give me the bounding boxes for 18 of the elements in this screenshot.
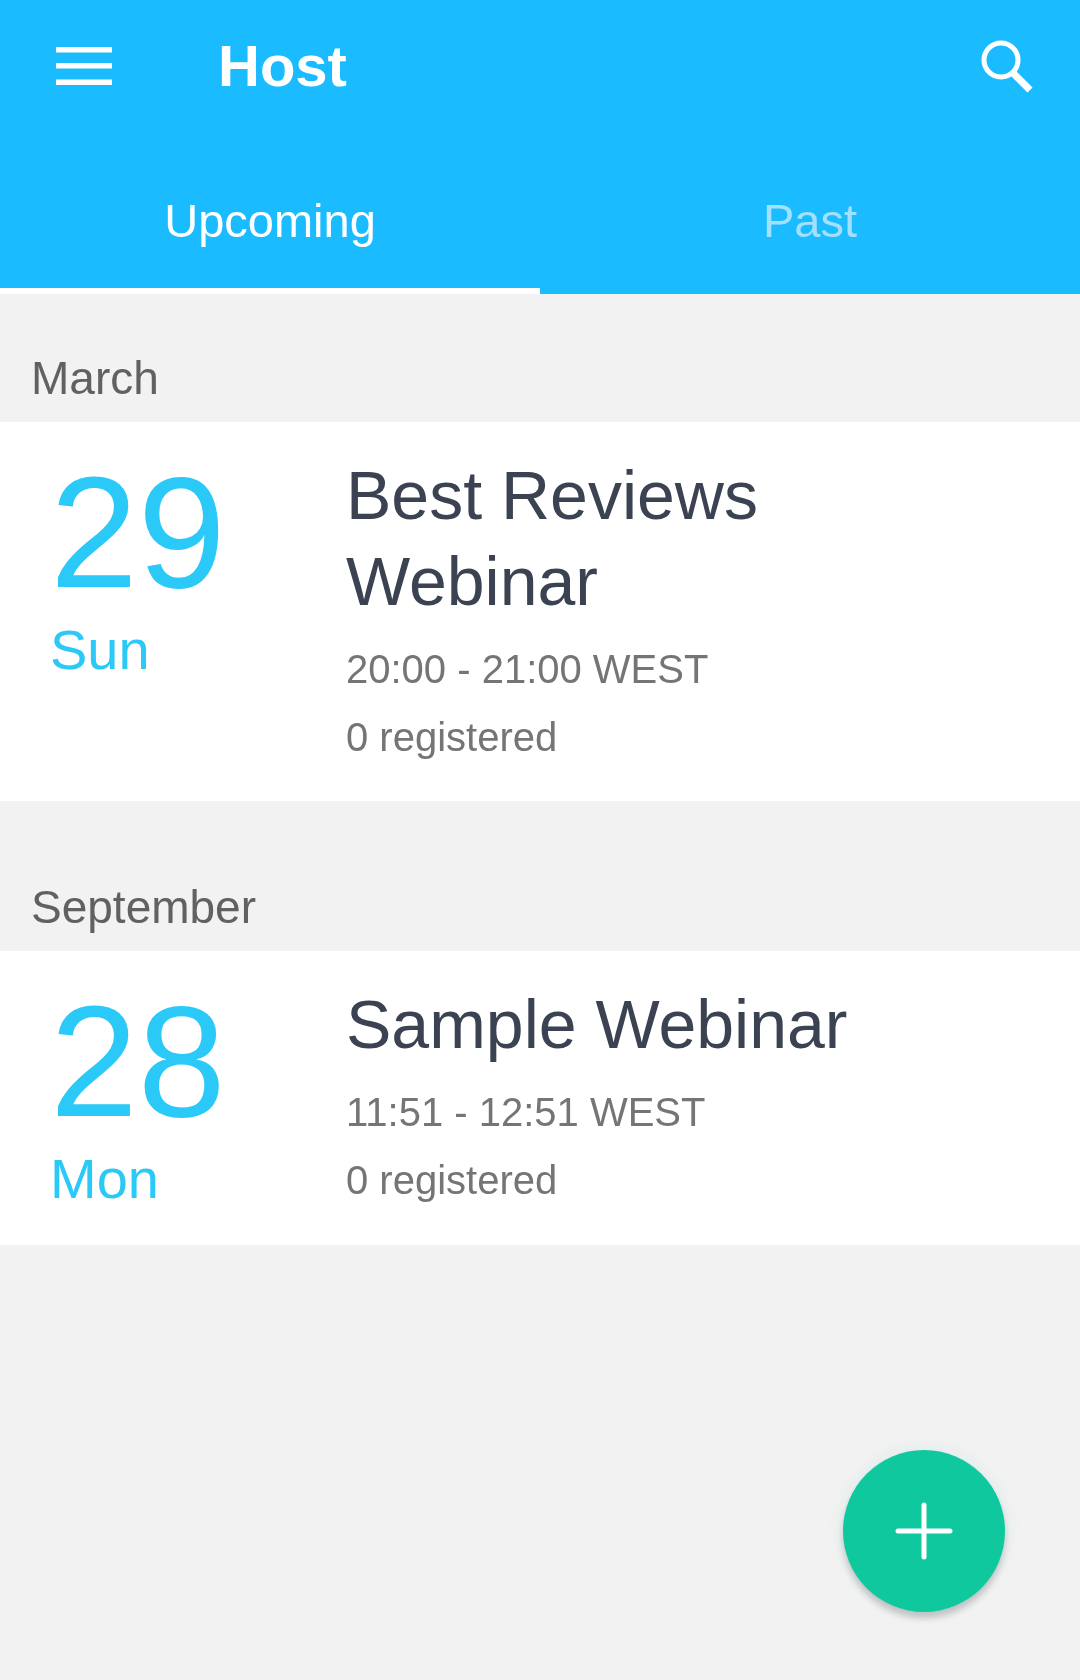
event-card[interactable]: 28 Mon Sample Webinar 11:51 - 12:51 WEST 0 registered	[0, 951, 1080, 1245]
event-day: 28	[50, 986, 226, 1136]
menu-icon[interactable]	[56, 47, 112, 85]
event-weekday: Mon	[50, 1147, 159, 1211]
event-time: 20:00 - 21:00 WEST	[346, 646, 709, 693]
month-header: March	[30, 351, 160, 406]
search-icon[interactable]	[981, 39, 1033, 93]
event-time: 11:51 - 12:51 WEST	[346, 1089, 706, 1136]
month-header: September	[30, 880, 257, 935]
event-title: Best Reviews Webinar	[346, 456, 759, 621]
app-title: Host	[218, 32, 348, 100]
event-registrations: 0 registered	[346, 1157, 558, 1204]
event-title: Sample Webinar	[346, 985, 848, 1064]
event-registrations: 0 registered	[346, 714, 558, 761]
event-day: 29	[50, 457, 226, 607]
event-weekday: Sun	[50, 618, 150, 682]
plus-icon	[895, 1502, 953, 1560]
event-card[interactable]: 29 Sun Best Reviews Webinar 20:00 - 21:00 WEST 0 registered	[0, 422, 1080, 801]
